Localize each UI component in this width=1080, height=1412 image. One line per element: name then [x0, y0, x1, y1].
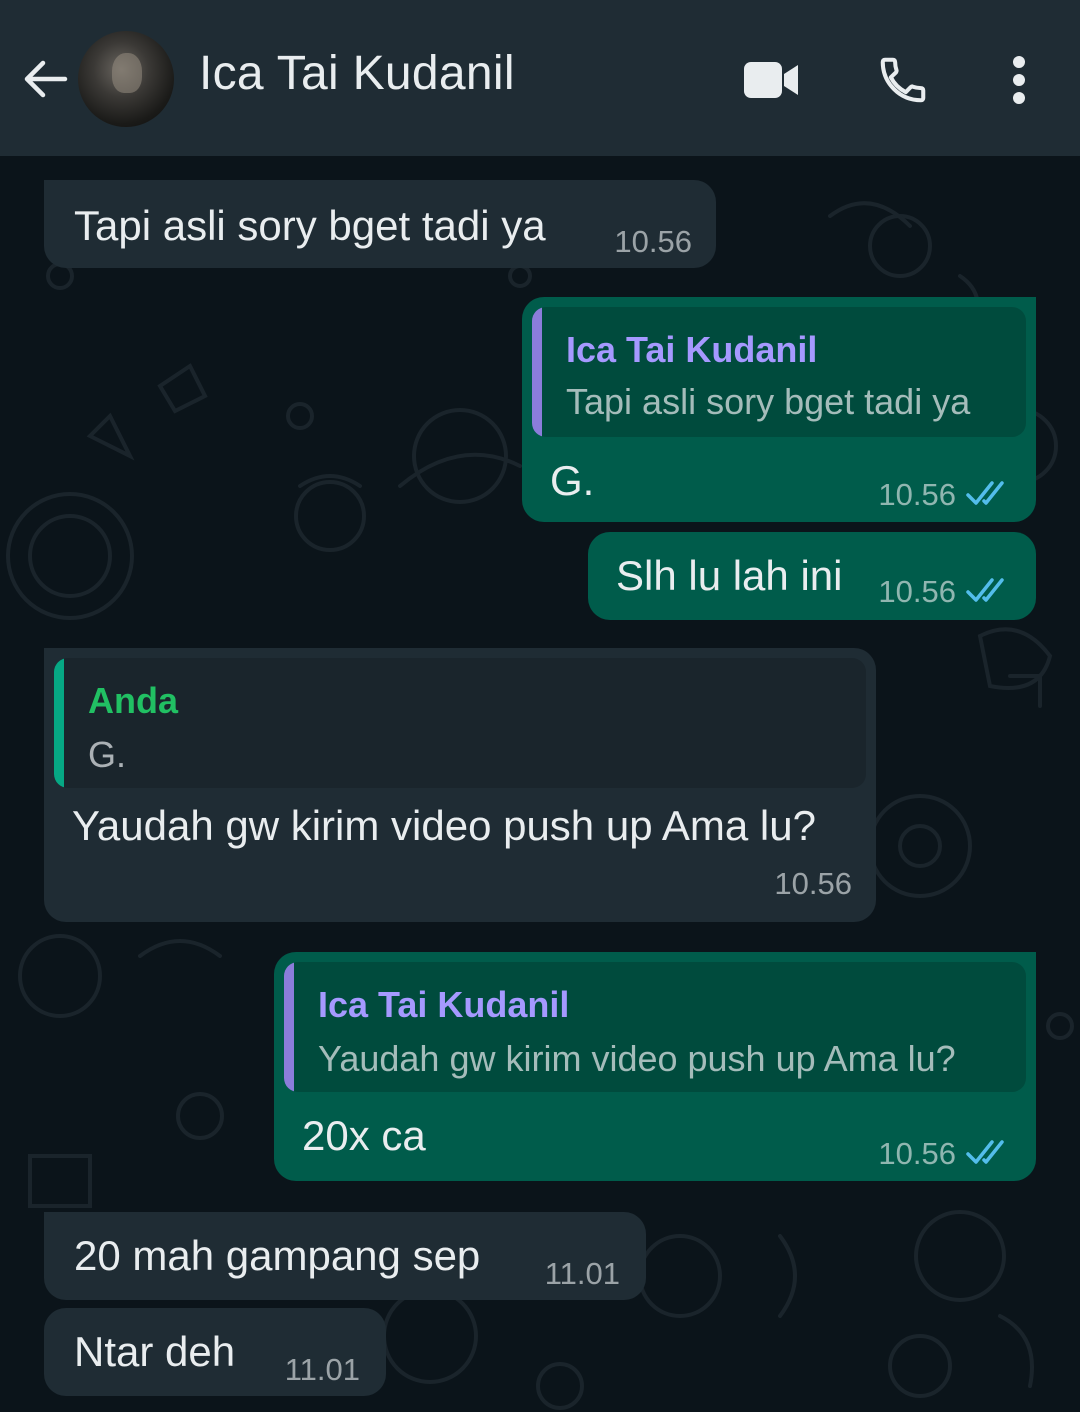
quoted-message[interactable]: Anda G.	[54, 658, 866, 788]
incoming-message[interactable]: Anda G. Yaudah gw kirim video push up Am…	[44, 648, 876, 922]
message-text: 20 mah gampang sep	[74, 1232, 481, 1279]
quoted-message[interactable]: Ica Tai Kudanil Yaudah gw kirim video pu…	[284, 962, 1026, 1092]
more-vert-icon	[1013, 56, 1025, 104]
read-receipt-icon	[966, 1140, 1004, 1164]
quote-accent-bar	[284, 962, 294, 1092]
quote-sender-name: Anda	[88, 680, 178, 721]
outgoing-message[interactable]: Slh lu lah ini 10.56	[588, 532, 1036, 620]
message-time: 10.56	[878, 574, 956, 609]
incoming-message[interactable]: Tapi asli sory bget tadi ya 10.56	[44, 180, 716, 268]
video-call-button[interactable]	[738, 52, 804, 108]
quote-accent-bar	[54, 658, 64, 788]
read-receipt-icon	[966, 578, 1004, 602]
quote-text: Yaudah gw kirim video push up Ama lu?	[318, 1038, 956, 1079]
back-arrow-icon	[24, 60, 68, 98]
message-time: 11.01	[544, 1256, 620, 1291]
message-time: 10.56	[774, 866, 852, 901]
message-text: Ntar deh	[74, 1328, 236, 1375]
message-text: Slh lu lah ini	[616, 552, 843, 599]
avatar[interactable]	[78, 31, 174, 127]
message-time: 10.56	[878, 1136, 956, 1171]
read-receipt-icon	[966, 481, 1004, 505]
message-text: Yaudah gw kirim video push up Ama lu?	[72, 802, 816, 849]
message-text: 20x ca	[302, 1112, 426, 1159]
outgoing-message[interactable]: Ica Tai Kudanil Yaudah gw kirim video pu…	[274, 952, 1036, 1181]
voice-call-button[interactable]	[872, 50, 934, 110]
message-time: 11.01	[284, 1352, 360, 1387]
back-button[interactable]	[18, 52, 72, 106]
quote-text: G.	[88, 734, 127, 775]
more-options-button[interactable]	[994, 50, 1044, 110]
quote-accent-bar	[532, 307, 542, 437]
chat-header: Ica Tai Kudanil	[0, 0, 1080, 156]
phone-icon	[880, 57, 926, 103]
message-text: Tapi asli sory bget tadi ya	[74, 202, 546, 249]
quote-sender-name: Ica Tai Kudanil	[318, 984, 570, 1025]
incoming-message[interactable]: Ntar deh 11.01	[44, 1308, 386, 1396]
quote-text: Tapi asli sory bget tadi ya	[566, 381, 971, 422]
message-text: G.	[550, 457, 595, 504]
message-time: 10.56	[614, 224, 692, 259]
quoted-message[interactable]: Ica Tai Kudanil Tapi asli sory bget tadi…	[532, 307, 1026, 437]
video-call-icon	[744, 62, 798, 98]
outgoing-message[interactable]: Ica Tai Kudanil Tapi asli sory bget tadi…	[522, 297, 1036, 522]
quote-sender-name: Ica Tai Kudanil	[566, 329, 818, 370]
chat-area[interactable]: Tapi asli sory bget tadi ya 10.56 Ica Ta…	[0, 156, 1080, 1412]
incoming-message[interactable]: 20 mah gampang sep 11.01	[44, 1212, 646, 1300]
message-time: 10.56	[878, 477, 956, 512]
contact-name[interactable]: Ica Tai Kudanil	[199, 46, 515, 101]
